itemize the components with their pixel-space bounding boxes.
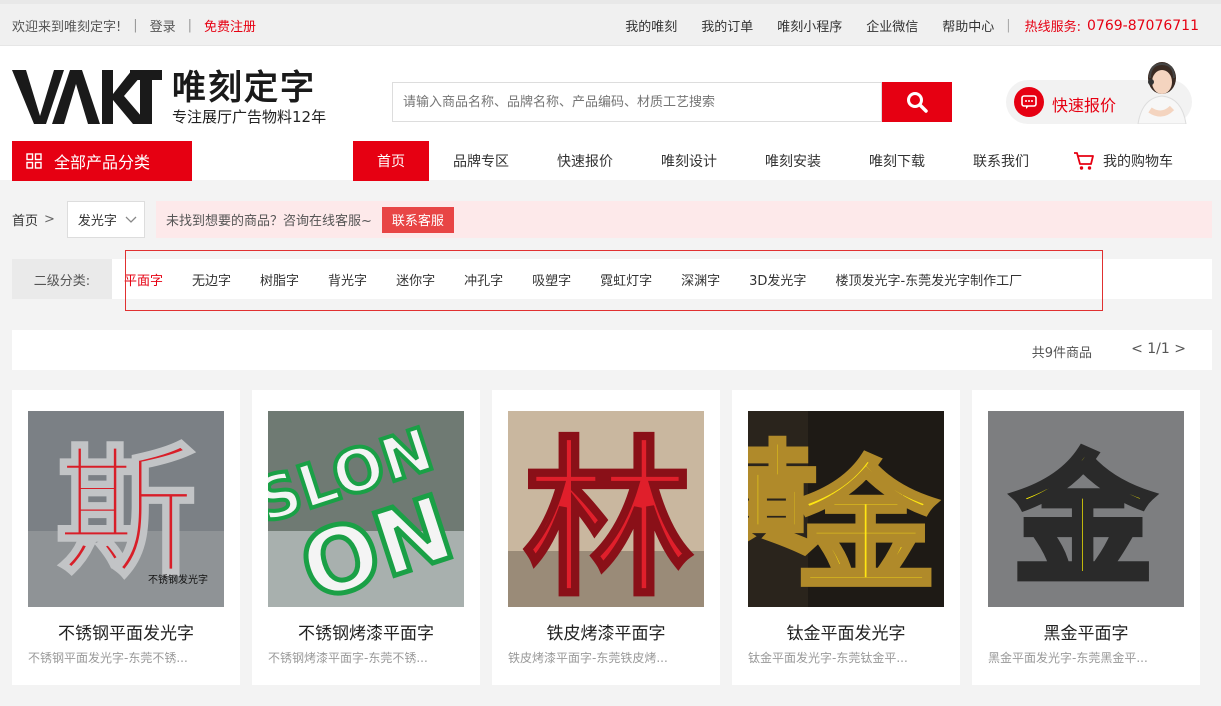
- all-categories-button[interactable]: 全部产品分类: [12, 141, 192, 181]
- product-title[interactable]: 铁皮烤漆平面字: [492, 619, 720, 644]
- nav-item-home[interactable]: 首页: [353, 141, 429, 181]
- shopping-cart-link[interactable]: 我的购物车: [1053, 141, 1173, 181]
- chat-icon: [1014, 87, 1044, 117]
- search-input[interactable]: [392, 82, 882, 122]
- cart-label: 我的购物车: [1103, 154, 1173, 170]
- product-desc: 黑金平面发光字-东莞黑金平...: [988, 651, 1148, 665]
- subcategory-filter: 二级分类: 平面字 无边字 树脂字 背光字 迷你字 冲孔字 吸塑字 霓虹灯字 深…: [12, 259, 1212, 299]
- subcategory-item[interactable]: 平面字: [124, 270, 163, 289]
- subcategory-item[interactable]: 深渊字: [681, 270, 720, 289]
- my-orders-link[interactable]: 我的订单: [701, 16, 753, 35]
- product-image[interactable]: 金: [988, 411, 1184, 607]
- product-desc: 钛金平面发光字-东莞钛金平...: [748, 651, 908, 665]
- results-bar: 共9件商品 < 1/1 >: [12, 330, 1212, 370]
- product-image[interactable]: 斯 不锈钢发光字: [28, 411, 224, 607]
- product-image[interactable]: SLON ON: [268, 411, 464, 607]
- category-dropdown[interactable]: 发光字: [66, 201, 145, 238]
- vakt-logo-icon: [12, 70, 162, 124]
- subcategory-items: 平面字 无边字 树脂字 背光字 迷你字 冲孔字 吸塑字 霓虹灯字 深渊字 3D发…: [112, 270, 1051, 289]
- subcategory-label: 二级分类:: [12, 259, 112, 299]
- site-logo[interactable]: 唯刻定字 专注展厅广告物料12年: [12, 66, 342, 128]
- help-notice-text: 未找到想要的商品？咨询在线客服~: [166, 214, 372, 229]
- product-desc: 铁皮烤漆平面字-东莞铁皮烤...: [508, 651, 668, 665]
- subcategory-item[interactable]: 霓虹灯字: [600, 270, 652, 289]
- product-desc: 不锈钢烤漆平面字-东莞不锈...: [268, 651, 428, 665]
- help-center-link[interactable]: 帮助中心: [942, 16, 994, 35]
- nav-item-quick-quote[interactable]: 快速报价: [533, 141, 637, 181]
- chevron-down-icon: [125, 216, 137, 223]
- login-link[interactable]: 登录: [150, 16, 176, 35]
- nav-item-install[interactable]: 唯刻安装: [741, 141, 845, 181]
- breadcrumb-home[interactable]: 首页: [12, 210, 38, 229]
- cart-icon: [1074, 152, 1094, 170]
- nav-item-download[interactable]: 唯刻下载: [845, 141, 949, 181]
- product-card[interactable]: SLON ON 不锈钢烤漆平面字 不锈钢烤漆平面字-东莞不锈...: [252, 390, 480, 685]
- product-title[interactable]: 不锈钢烤漆平面字: [252, 619, 480, 644]
- product-image-char: 林: [523, 422, 693, 607]
- subcategory-item[interactable]: 迷你字: [396, 270, 435, 289]
- welcome-text: 欢迎来到唯刻定字!: [12, 20, 122, 35]
- product-card[interactable]: 斯 不锈钢发光字 不锈钢平面发光字 不锈钢平面发光字-东莞不锈...: [12, 390, 240, 685]
- nav-items: 首页 品牌专区 快速报价 唯刻设计 唯刻安装 唯刻下载 联系我们 我的购物车: [353, 141, 1173, 181]
- pagination[interactable]: < 1/1 >: [1131, 341, 1186, 357]
- product-card[interactable]: 林 铁皮烤漆平面字 铁皮烤漆平面字-东莞铁皮烤...: [492, 390, 720, 685]
- subcategory-item[interactable]: 3D发光字: [749, 270, 806, 289]
- search-icon: [907, 92, 928, 113]
- product-title[interactable]: 钛金平面发光字: [732, 619, 960, 644]
- search-bar: [392, 82, 952, 122]
- quick-quote-label: 快速报价: [1052, 96, 1117, 115]
- top-bar-right: 我的唯刻 我的订单 唯刻小程序 企业微信 帮助中心 | 热线服务: 0769-8…: [625, 16, 1199, 36]
- grid-icon: [26, 153, 42, 169]
- mini-program-link[interactable]: 唯刻小程序: [777, 16, 842, 35]
- chevron-right-icon: >: [44, 212, 55, 227]
- breadcrumb: 首页 > 发光字: [12, 201, 145, 238]
- register-link[interactable]: 免费注册: [204, 16, 256, 35]
- nav-item-brand-zone[interactable]: 品牌专区: [429, 141, 533, 181]
- hotline-number: 0769-87076711: [1087, 17, 1199, 34]
- category-dropdown-value: 发光字: [77, 214, 117, 229]
- product-desc: 不锈钢平面发光字-东莞不锈...: [28, 651, 188, 665]
- product-card[interactable]: 金 黑金平面字 黑金平面发光字-东莞黑金平...: [972, 390, 1200, 685]
- product-image[interactable]: 金 黄: [748, 411, 944, 607]
- main-nav: 全部产品分类 首页 品牌专区 快速报价 唯刻设计 唯刻安装 唯刻下载 联系我们 …: [0, 140, 1221, 182]
- product-grid: 斯 不锈钢发光字 不锈钢平面发光字 不锈钢平面发光字-东莞不锈... SLON …: [12, 390, 1212, 706]
- subcategory-item[interactable]: 楼顶发光字-东莞发光字制作工厂: [835, 270, 1022, 289]
- result-count: 共9件商品: [1031, 346, 1092, 361]
- brand-name: 唯刻定字: [172, 68, 316, 108]
- help-notice: 未找到想要的商品？咨询在线客服~ 联系客服: [156, 201, 1212, 238]
- hotline-label: 热线服务:: [1024, 20, 1082, 35]
- product-title[interactable]: 黑金平面字: [972, 619, 1200, 644]
- nav-item-design[interactable]: 唯刻设计: [637, 141, 741, 181]
- search-button[interactable]: [882, 82, 952, 122]
- subcategory-item[interactable]: 冲孔字: [464, 270, 503, 289]
- customer-service-agent-icon: [1137, 62, 1187, 124]
- product-image[interactable]: 林: [508, 411, 704, 607]
- subcategory-item[interactable]: 树脂字: [260, 270, 299, 289]
- contact-service-button[interactable]: 联系客服: [381, 206, 454, 233]
- product-title[interactable]: 不锈钢平面发光字: [12, 619, 240, 644]
- svg-text:黄: 黄: [748, 431, 818, 570]
- subcategory-item[interactable]: 吸塑字: [532, 270, 571, 289]
- subcategory-item[interactable]: 无边字: [192, 270, 231, 289]
- top-bar: 欢迎来到唯刻定字! | 登录 | 免费注册 我的唯刻 我的订单 唯刻小程序 企业…: [0, 0, 1221, 46]
- subcategory-item[interactable]: 背光字: [328, 270, 367, 289]
- product-image-caption: 不锈钢发光字: [148, 573, 208, 586]
- top-bar-left: 欢迎来到唯刻定字! | 登录 | 免费注册: [12, 16, 257, 35]
- enterprise-wechat-link[interactable]: 企业微信: [866, 16, 918, 35]
- product-image-char: 斯: [56, 432, 196, 595]
- product-card[interactable]: 金 黄 钛金平面发光字 钛金平面发光字-东莞钛金平...: [732, 390, 960, 685]
- brand-slogan: 专注展厅广告物料12年: [172, 108, 327, 126]
- my-account-link[interactable]: 我的唯刻: [625, 16, 677, 35]
- product-image-char: 金: [1012, 440, 1154, 603]
- nav-item-contact[interactable]: 联系我们: [949, 141, 1053, 181]
- all-categories-label: 全部产品分类: [54, 153, 151, 172]
